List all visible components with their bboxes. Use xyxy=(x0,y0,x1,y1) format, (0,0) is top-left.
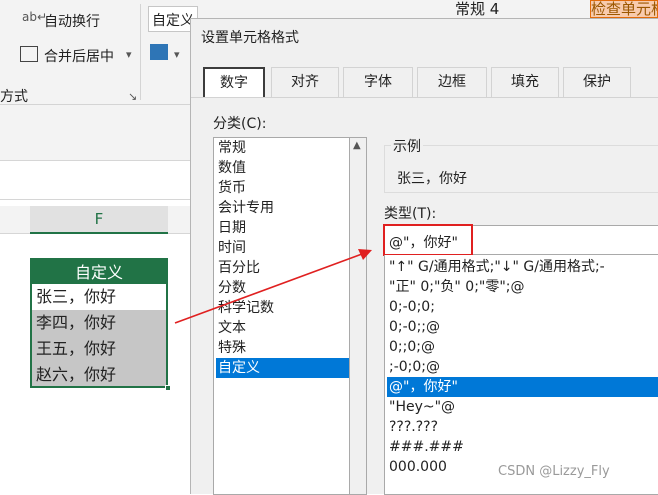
annotation-arrow xyxy=(174,249,372,324)
watermark: CSDN @Lizzy_Fly xyxy=(498,464,610,479)
